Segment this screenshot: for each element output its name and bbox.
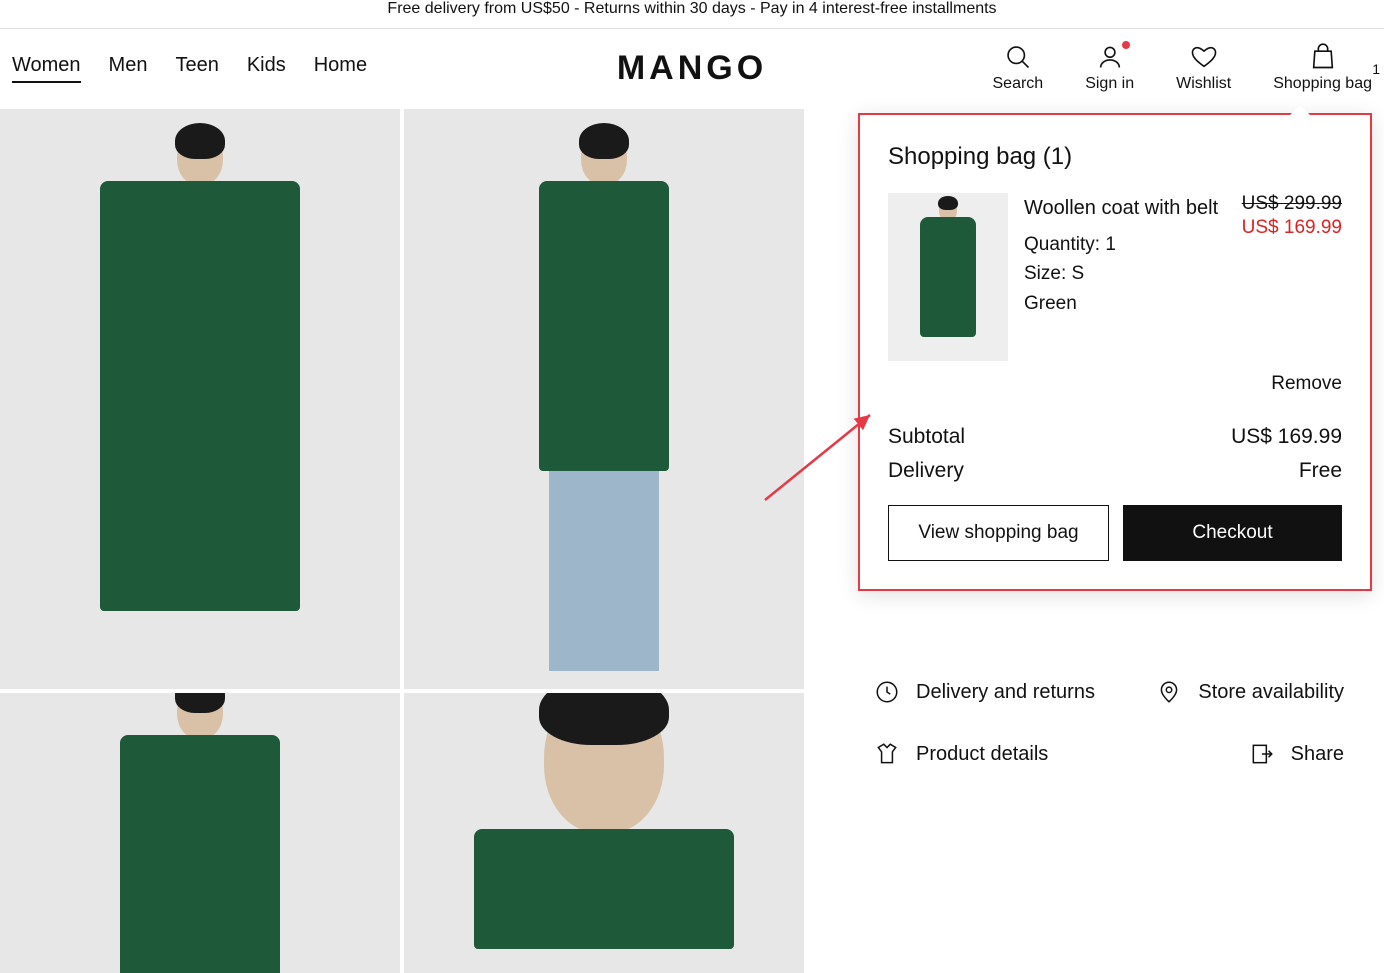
- product-gallery: [0, 109, 804, 973]
- product-image-1[interactable]: [0, 109, 400, 689]
- cart-subtotal-value: US$ 169.99: [1231, 425, 1342, 449]
- cart-item-price-new: US$ 169.99: [1242, 217, 1342, 239]
- cart-item-price-old: US$ 299.99: [1242, 193, 1342, 215]
- search-label: Search: [993, 75, 1044, 93]
- bag-label: Shopping bag: [1273, 75, 1372, 93]
- primary-nav: Women Men Teen Kids Home: [12, 54, 367, 83]
- cart-item-name: Woollen coat with belt: [1024, 193, 1226, 224]
- delivery-returns-label: Delivery and returns: [916, 681, 1095, 704]
- clock-icon: [874, 679, 900, 705]
- pin-icon: [1156, 679, 1182, 705]
- shopping-bag-action[interactable]: 1 Shopping bag: [1273, 43, 1372, 93]
- store-availability-label: Store availability: [1198, 681, 1344, 704]
- search-icon: [1004, 43, 1032, 71]
- cart-item-color: Green: [1024, 289, 1226, 318]
- cart-subtotal-label: Subtotal: [888, 425, 965, 449]
- cart-subtotal-row: Subtotal US$ 169.99: [888, 425, 1342, 449]
- product-image-4[interactable]: [404, 693, 804, 973]
- signin-action[interactable]: Sign in: [1085, 43, 1134, 93]
- header: Women Men Teen Kids Home MANGO Search Si…: [0, 29, 1384, 109]
- brand-logo[interactable]: MANGO: [617, 49, 767, 88]
- cart-item-qty: Quantity: 1: [1024, 230, 1226, 259]
- nav-kids[interactable]: Kids: [247, 54, 286, 83]
- wishlist-action[interactable]: Wishlist: [1176, 43, 1231, 93]
- cart-item: Woollen coat with belt Quantity: 1 Size:…: [888, 193, 1342, 361]
- bag-count: 1: [1372, 61, 1380, 77]
- product-info-links: Delivery and returns Store availability …: [874, 679, 1344, 767]
- product-details-label: Product details: [916, 743, 1048, 766]
- search-action[interactable]: Search: [993, 43, 1044, 93]
- shopping-bag-popover: Shopping bag (1) Woollen coat with belt …: [858, 113, 1372, 591]
- share-label: Share: [1291, 743, 1344, 766]
- user-icon: [1096, 43, 1124, 71]
- content-area: Add to shopping bag Delivery and returns…: [0, 109, 1384, 973]
- cart-item-info: Woollen coat with belt Quantity: 1 Size:…: [1024, 193, 1226, 361]
- promo-bar: Free delivery from US$50 - Returns withi…: [0, 0, 1384, 29]
- nav-men[interactable]: Men: [109, 54, 148, 83]
- cart-title: Shopping bag (1): [888, 143, 1342, 171]
- heart-icon: [1190, 43, 1218, 71]
- cart-remove-row: Remove: [888, 373, 1342, 395]
- wishlist-label: Wishlist: [1176, 75, 1231, 93]
- cart-item-prices: US$ 299.99 US$ 169.99: [1242, 193, 1342, 361]
- product-panel: Add to shopping bag Delivery and returns…: [804, 109, 1384, 973]
- store-availability-link[interactable]: Store availability: [1109, 679, 1344, 705]
- signin-badge-dot: [1122, 41, 1130, 49]
- product-image-2[interactable]: [404, 109, 804, 689]
- checkout-button[interactable]: Checkout: [1123, 505, 1342, 561]
- cart-buttons: View shopping bag Checkout: [888, 505, 1342, 561]
- bag-icon: [1309, 43, 1337, 71]
- view-bag-button[interactable]: View shopping bag: [888, 505, 1109, 561]
- nav-women[interactable]: Women: [12, 54, 81, 83]
- cart-item-size: Size: S: [1024, 259, 1226, 288]
- nav-teen[interactable]: Teen: [175, 54, 218, 83]
- cart-remove-link[interactable]: Remove: [1271, 373, 1342, 394]
- share-icon: [1249, 741, 1275, 767]
- signin-label: Sign in: [1085, 75, 1134, 93]
- shirt-icon: [874, 741, 900, 767]
- header-actions: Search Sign in Wishlist 1 Shopping bag: [993, 43, 1373, 93]
- delivery-returns-link[interactable]: Delivery and returns: [874, 679, 1109, 705]
- cart-delivery-value: Free: [1299, 459, 1342, 483]
- share-link[interactable]: Share: [1109, 741, 1344, 767]
- product-image-3[interactable]: [0, 693, 400, 973]
- cart-delivery-label: Delivery: [888, 459, 964, 483]
- product-details-link[interactable]: Product details: [874, 741, 1109, 767]
- nav-home[interactable]: Home: [314, 54, 367, 83]
- cart-delivery-row: Delivery Free: [888, 459, 1342, 483]
- cart-item-thumbnail[interactable]: [888, 193, 1008, 361]
